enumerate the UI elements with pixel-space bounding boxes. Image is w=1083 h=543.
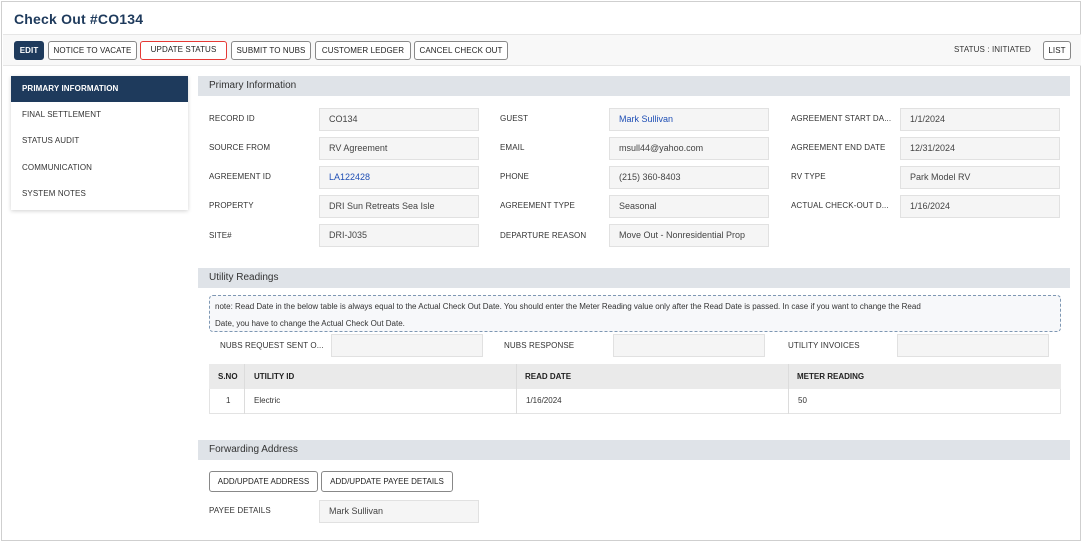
rv-type-field: Park Model RV <box>900 166 1060 189</box>
guest-label: GUEST <box>500 114 529 123</box>
agreement-end-date-field: 12/31/2024 <box>900 137 1060 160</box>
site-field: DRI-J035 <box>319 224 479 247</box>
phone-label: PHONE <box>500 172 529 181</box>
note-line-1: note: Read Date in the below table is al… <box>215 302 921 311</box>
nubs-response-field <box>613 334 765 357</box>
utility-invoices-field <box>897 334 1049 357</box>
add-update-payee-details-button[interactable]: ADD/UPDATE PAYEE DETAILS <box>321 471 453 492</box>
email-label: EMAIL <box>500 143 525 152</box>
property-label: PROPERTY <box>209 201 254 210</box>
cell-read-date: 1/16/2024 <box>526 396 562 405</box>
rv-type-label: RV TYPE <box>791 172 826 181</box>
column-divider <box>244 364 245 414</box>
notice-to-vacate-button[interactable]: NOTICE TO VACATE <box>48 41 137 60</box>
column-header-read-date: READ DATE <box>525 372 572 381</box>
agreement-id-link[interactable]: LA122428 <box>319 166 479 189</box>
section-sidebar: PRIMARY INFORMATION FINAL SETTLEMENT STA… <box>11 76 188 210</box>
guest-link[interactable]: Mark Sullivan <box>609 108 769 131</box>
column-header-utility-id: UTILITY ID <box>254 372 295 381</box>
page-title: Check Out #CO134 <box>14 11 144 27</box>
agreement-type-field: Seasonal <box>609 195 769 218</box>
note-line-2: Date, you have to change the Actual Chec… <box>215 319 405 328</box>
table-row: 1 Electric 1/16/2024 50 <box>209 389 1061 414</box>
cell-meter-reading: 50 <box>798 396 807 405</box>
sidebar-item-system-notes[interactable]: SYSTEM NOTES <box>11 181 188 207</box>
source-from-field: RV Agreement <box>319 137 479 160</box>
add-update-address-button[interactable]: ADD/UPDATE ADDRESS <box>209 471 318 492</box>
read-date-note: note: Read Date in the below table is al… <box>209 295 1061 332</box>
source-from-label: SOURCE FROM <box>209 143 271 152</box>
actual-check-out-date-label: ACTUAL CHECK-OUT D... <box>791 201 889 210</box>
cell-utility-id: Electric <box>254 396 281 405</box>
nubs-request-sent-field <box>331 334 483 357</box>
payee-details-label: PAYEE DETAILS <box>209 506 271 515</box>
cell-sno: 1 <box>226 396 231 405</box>
agreement-start-date-label: AGREEMENT START DA... <box>791 114 892 123</box>
agreement-type-label: AGREEMENT TYPE <box>500 201 575 210</box>
record-id-label: RECORD ID <box>209 114 255 123</box>
column-header-meter-reading: METER READING <box>797 372 865 381</box>
list-button[interactable]: LIST <box>1043 41 1071 60</box>
primary-information-header: Primary Information <box>198 76 1070 96</box>
update-status-button[interactable]: UPDATE STATUS <box>140 41 227 60</box>
record-id-field: CO134 <box>319 108 479 131</box>
property-field: DRI Sun Retreats Sea Isle <box>319 195 479 218</box>
agreement-end-date-label: AGREEMENT END DATE <box>791 143 886 152</box>
site-label: SITE# <box>209 231 232 240</box>
email-field: msull44@yahoo.com <box>609 137 769 160</box>
table-header-row: S.NO UTILITY ID READ DATE METER READING <box>209 364 1061 389</box>
submit-to-nubs-button[interactable]: SUBMIT TO NUBS <box>231 41 311 60</box>
sidebar-item-status-audit[interactable]: STATUS AUDIT <box>11 128 188 154</box>
column-divider <box>788 364 789 414</box>
payee-details-field: Mark Sullivan <box>319 500 479 523</box>
nubs-response-label: NUBS RESPONSE <box>504 341 575 350</box>
column-header-sno: S.NO <box>218 372 238 381</box>
action-toolbar: EDIT NOTICE TO VACATE UPDATE STATUS SUBM… <box>3 34 1081 66</box>
nubs-request-sent-label: NUBS REQUEST SENT O... <box>220 341 324 350</box>
agreement-id-label: AGREEMENT ID <box>209 172 271 181</box>
phone-field: (215) 360-8403 <box>609 166 769 189</box>
actual-check-out-date-field: 1/16/2024 <box>900 195 1060 218</box>
sidebar-item-communication[interactable]: COMMUNICATION <box>11 155 188 181</box>
agreement-start-date-field: 1/1/2024 <box>900 108 1060 131</box>
app-frame: Check Out #CO134 EDIT NOTICE TO VACATE U… <box>1 1 1081 541</box>
departure-reason-field: Move Out - Nonresidential Prop <box>609 224 769 247</box>
cancel-check-out-button[interactable]: CANCEL CHECK OUT <box>414 41 508 60</box>
sidebar-item-final-settlement[interactable]: FINAL SETTLEMENT <box>11 102 188 128</box>
sidebar-item-primary-information[interactable]: PRIMARY INFORMATION <box>11 76 188 102</box>
forwarding-address-header: Forwarding Address <box>198 440 1070 460</box>
customer-ledger-button[interactable]: CUSTOMER LEDGER <box>315 41 411 60</box>
edit-button[interactable]: EDIT <box>14 41 44 60</box>
column-divider <box>516 364 517 414</box>
status-label: STATUS : INITIATED <box>954 45 1031 54</box>
utility-invoices-label: UTILITY INVOICES <box>788 341 860 350</box>
utility-readings-header: Utility Readings <box>198 268 1070 288</box>
departure-reason-label: DEPARTURE REASON <box>500 231 587 240</box>
